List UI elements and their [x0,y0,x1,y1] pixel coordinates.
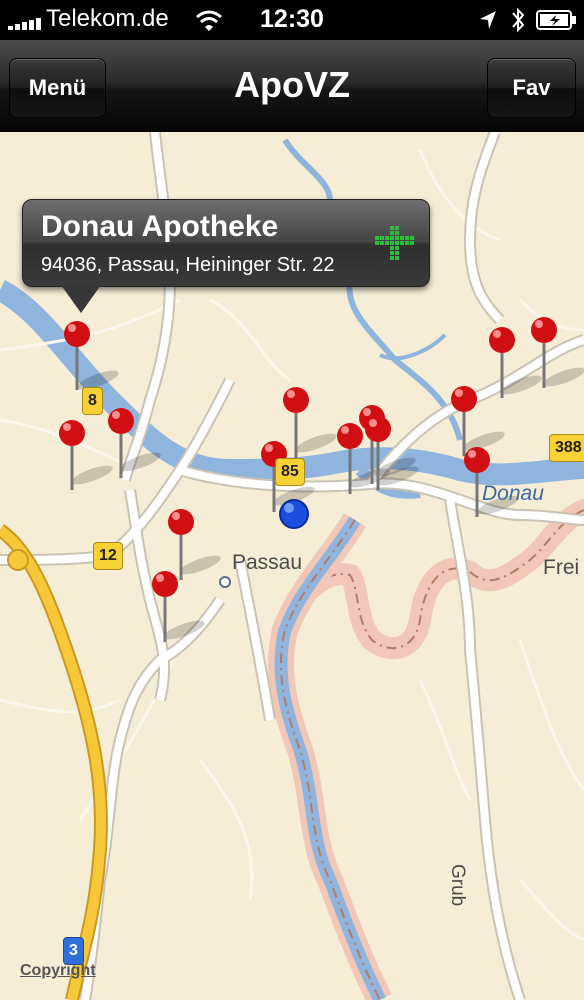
location-arrow-icon [480,11,496,29]
navigation-bar: Menü ApoVZ Fav [0,40,584,133]
pharmacy-address: 94036, Passau, Heininger Str. 22 [41,254,335,276]
pharmacy-name: Donau Apotheke [41,210,279,243]
copyright-link[interactable]: Copyright [20,962,96,980]
map-label-city: Passau [232,551,303,574]
callout-pointer [61,285,101,313]
map-label-village: Grub [447,864,468,907]
road-shield: 12 [93,542,123,570]
map-label-town: Frei [543,556,580,579]
pharmacy-callout[interactable]: Donau Apotheke 94036, Passau, Heininger … [22,199,430,313]
status-bar: Telekom.de 12:30 [0,0,584,40]
map-label-river: Donau [482,482,544,505]
bluetooth-icon [512,7,525,33]
motorway-shield: 3 [63,937,84,965]
pharmacy-cross-icon[interactable] [373,222,415,264]
battery-charging-icon [536,10,576,30]
road-shield: 8 [82,387,103,415]
favorites-button[interactable]: Fav [487,58,576,118]
road-shield: 388 [549,434,584,462]
road-shield: 85 [275,458,305,486]
current-location-marker [279,499,309,529]
